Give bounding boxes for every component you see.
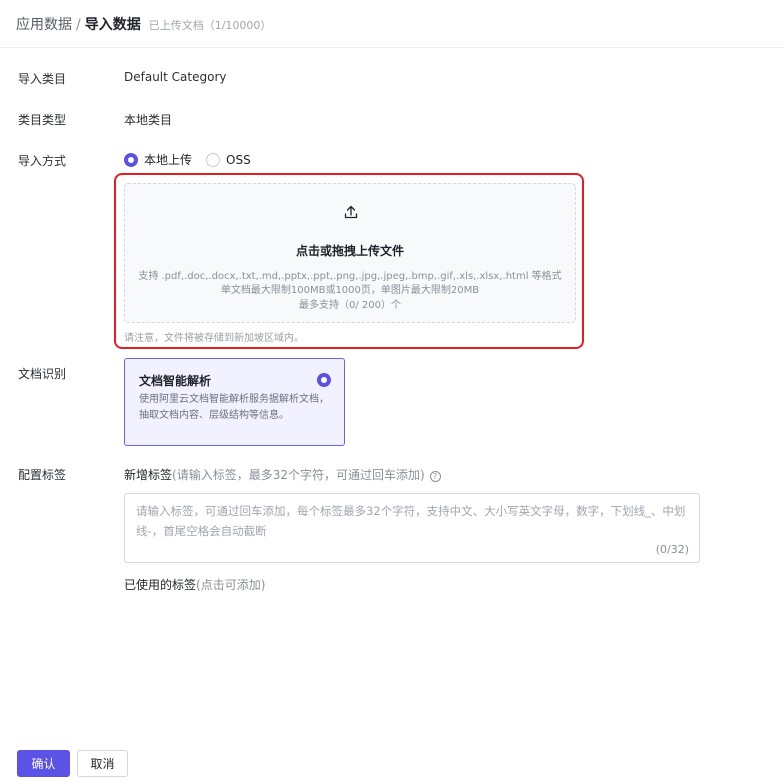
upload-title: 点击或拖拽上传文件	[295, 244, 404, 258]
upload-formats: 支持 .pdf,.doc,.docx,.txt,.md,.pptx,.ppt,.…	[138, 271, 562, 282]
type-value: 本地类目	[124, 113, 173, 127]
radio-local-upload[interactable]	[124, 152, 138, 167]
category-label: 导入类目	[18, 72, 67, 86]
smart-parse-description: 使用阿里云文档智能解析服务据解析文档，抽取文档内容、层级结构等信息。	[139, 394, 329, 421]
tag-input-counter: (0/32)	[655, 543, 689, 556]
upload-max-files: 最多支持（0/ 200）个	[299, 300, 401, 311]
new-tag-heading: 新增标签(请输入标签，最多32个字符，可通过回车添加)?	[124, 466, 441, 483]
tag-input-placeholder: 请输入标签，可通过回车添加，每个标签最多32个字符，支持中文、大小写英文字母，数…	[136, 504, 686, 538]
storage-note: 请注意，文件将被存储到新加坡区域内。	[124, 333, 304, 344]
radio-local-upload-label[interactable]: 本地上传	[144, 151, 192, 168]
breadcrumb: 应用数据 / 导入数据 已上传文档（1/10000）	[16, 14, 271, 34]
used-tags-heading: 已使用的标签(点击可添加)	[124, 576, 265, 593]
category-value: Default Category	[124, 70, 227, 84]
new-tag-label: 新增标签	[124, 468, 173, 482]
cancel-button[interactable]: 取消	[77, 750, 128, 777]
page-title: 导入数据	[84, 17, 141, 33]
method-label: 导入方式	[18, 154, 67, 168]
radio-oss[interactable]	[206, 152, 221, 167]
breadcrumb-separator: /	[76, 17, 81, 33]
method-radio-group: 本地上传 OSS	[124, 151, 265, 168]
new-tag-hint: (请输入标签，最多32个字符，可通过回车添加)	[172, 468, 425, 482]
page-header: 应用数据 / 导入数据 已上传文档（1/10000）	[0, 0, 784, 48]
upload-dropzone[interactable]: 点击或拖拽上传文件 支持 .pdf,.doc,.docx,.txt,.md,.p…	[124, 183, 576, 323]
used-tags-label: 已使用的标签	[124, 578, 197, 592]
confirm-button[interactable]: 确认	[17, 750, 70, 777]
type-label: 类目类型	[18, 113, 67, 127]
smart-parse-title: 文档智能解析	[139, 374, 212, 388]
used-tags-hint: (点击可添加)	[196, 578, 266, 592]
upload-count: 已上传文档（1/10000）	[148, 19, 272, 32]
smart-parse-radio[interactable]	[317, 373, 331, 387]
upload-icon	[344, 205, 358, 219]
upload-limits: 单文档最大限制100MB或1000页，单图片最大限制20MB	[220, 285, 480, 296]
tag-input[interactable]: 请输入标签，可通过回车添加，每个标签最多32个字符，支持中文、大小写英文字母，数…	[124, 493, 700, 563]
smart-parse-card[interactable]: 文档智能解析 使用阿里云文档智能解析服务据解析文档，抽取文档内容、层级结构等信息…	[124, 358, 345, 446]
recognition-label: 文档识别	[18, 367, 67, 381]
radio-oss-label[interactable]: OSS	[226, 153, 251, 167]
question-circle-icon[interactable]: ?	[429, 471, 441, 482]
breadcrumb-parent[interactable]: 应用数据	[16, 17, 72, 33]
tags-label: 配置标签	[18, 468, 67, 482]
